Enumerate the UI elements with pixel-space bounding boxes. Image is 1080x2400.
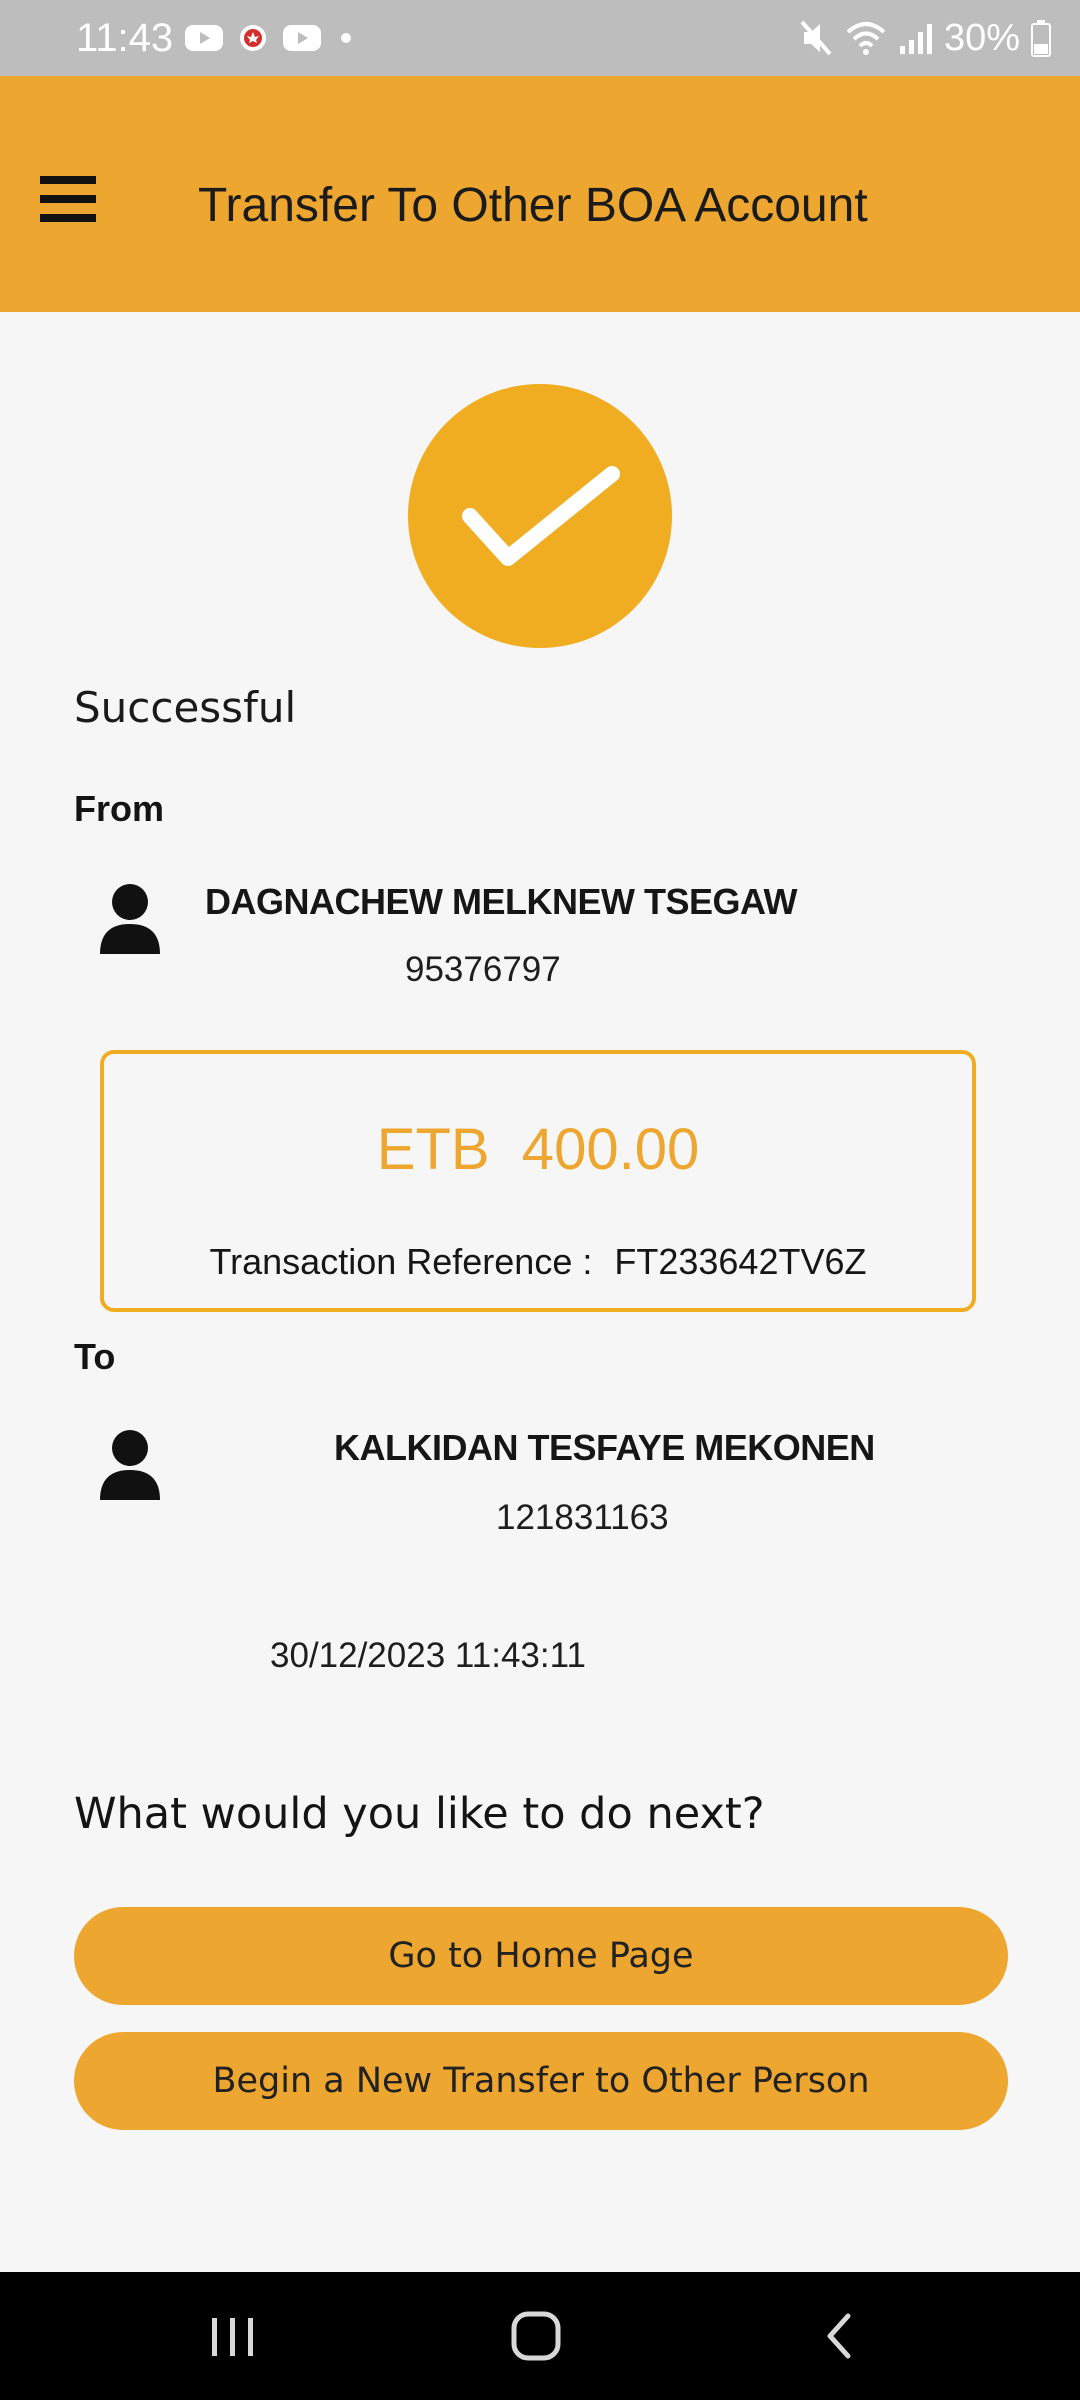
- battery-icon: [1031, 20, 1051, 57]
- success-badge: [408, 384, 672, 648]
- recipient-account-number: 121831163: [496, 1498, 669, 1537]
- mute-icon: [800, 20, 832, 56]
- dot-icon: [341, 33, 351, 43]
- go-home-button[interactable]: Go to Home Page: [74, 1907, 1008, 2005]
- sender-account-number: 95376797: [405, 950, 561, 989]
- back-icon: [827, 2313, 851, 2359]
- youtube-icon: [283, 25, 321, 51]
- system-nav-bar: [0, 2272, 1080, 2400]
- from-label: From: [74, 788, 164, 829]
- back-button[interactable]: [808, 2304, 872, 2368]
- transaction-timestamp: 30/12/2023 11:43:11: [270, 1636, 586, 1675]
- sender-name: DAGNACHEW MELKNEW TSEGAW: [205, 881, 797, 922]
- reference-value: FT233642TV6Z: [614, 1241, 867, 1282]
- youtube-icon: [185, 25, 223, 51]
- home-icon: [511, 2311, 561, 2361]
- menu-button[interactable]: [36, 172, 100, 226]
- reference-label: Transaction Reference :: [209, 1241, 593, 1282]
- to-label: To: [74, 1336, 116, 1377]
- recipient-name: KALKIDAN TESFAYE MEKONEN: [334, 1427, 875, 1468]
- status-bar: 11:43 30%: [0, 0, 1080, 76]
- battery-percent: 30%: [943, 17, 1020, 59]
- home-button[interactable]: [504, 2304, 568, 2368]
- wifi-icon: [846, 22, 886, 55]
- system-icons: 30%: [798, 12, 1052, 64]
- amount-card: ETB 400.00 Transaction Reference : FT2336…: [100, 1050, 976, 1312]
- recent-apps-button[interactable]: [200, 2304, 264, 2368]
- notification-icons: [184, 18, 356, 58]
- status-time: 11:43: [76, 16, 174, 60]
- next-steps-heading: What would you like to do next?: [74, 1789, 765, 1839]
- transaction-reference: Transaction Reference : FT233642TV6Z: [104, 1240, 972, 1284]
- app-bar: Transfer To Other BOA Account: [0, 76, 1080, 312]
- recent-apps-icon: [212, 2318, 253, 2356]
- new-transfer-button[interactable]: Begin a New Transfer to Other Person: [74, 2032, 1008, 2130]
- canada-flag-icon: [240, 25, 266, 51]
- signal-icon: [899, 24, 932, 54]
- checkmark-icon: [462, 466, 620, 566]
- success-heading: Successful: [74, 683, 297, 732]
- transfer-amount: ETB 400.00: [376, 1117, 700, 1182]
- transfer-success-screen: 11:43 30% Transfer To Other BOA Account …: [0, 0, 1080, 2400]
- person-icon: [100, 1430, 160, 1500]
- page-title: Transfer To Other BOA Account: [198, 179, 868, 232]
- person-icon: [100, 884, 160, 954]
- hamburger-menu-icon: [40, 176, 96, 222]
